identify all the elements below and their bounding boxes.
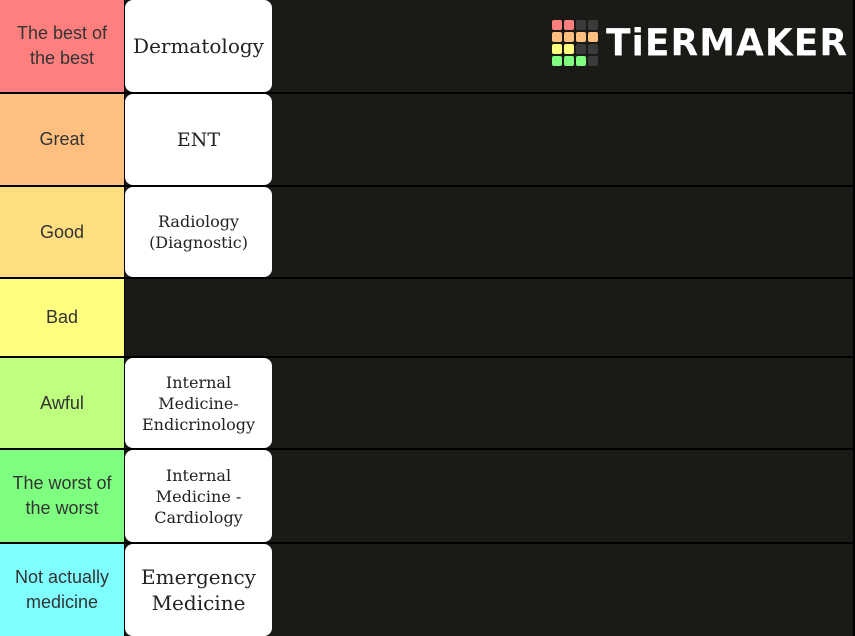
logo-grid-square (588, 44, 598, 54)
logo-grid-square (576, 56, 586, 66)
tier-row: Not actually medicine Emergency Medicine (0, 544, 853, 636)
tier-label[interactable]: Great (0, 94, 124, 185)
tier-items-area[interactable]: Radiology (Diagnostic) (125, 187, 853, 277)
tier-row: Good Radiology (Diagnostic) (0, 187, 853, 277)
tier-item-card[interactable]: Radiology (Diagnostic) (125, 187, 272, 277)
logo-grid-square (564, 44, 574, 54)
tier-row: The worst of the worst Internal Medicine… (0, 450, 853, 542)
logo-grid-square (552, 56, 562, 66)
tier-label[interactable]: The best of the best (0, 0, 124, 92)
logo-grid-square (588, 32, 598, 42)
tier-label[interactable]: Awful (0, 358, 124, 448)
tier-row: Awful Internal Medicine-Endicrinology (0, 358, 853, 448)
tier-item-card[interactable]: Emergency Medicine (125, 544, 272, 636)
tier-label[interactable]: The worst of the worst (0, 450, 124, 542)
tier-items-area[interactable]: Emergency Medicine (125, 544, 853, 636)
logo-grid-square (552, 44, 562, 54)
tier-item-card[interactable]: Internal Medicine-Endicrinology (125, 358, 272, 448)
tiermaker-wordmark: TiERMAKER (606, 21, 849, 65)
tier-row: Great ENT (0, 94, 853, 185)
tier-row: Bad (0, 279, 853, 356)
tier-item-card[interactable]: Internal Medicine - Cardiology (125, 450, 272, 542)
logo-grid-square (576, 32, 586, 42)
tier-items-area[interactable]: ENT (125, 94, 853, 185)
tier-item-card[interactable]: Dermatology (125, 0, 272, 92)
logo-grid-square (552, 20, 562, 30)
tier-label[interactable]: Good (0, 187, 124, 277)
logo-grid-square (564, 20, 574, 30)
logo-grid-square (564, 32, 574, 42)
tier-list-board: The best of the best Dermatology Great E… (0, 0, 853, 636)
logo-grid-square (576, 44, 586, 54)
tier-items-area[interactable]: Internal Medicine-Endicrinology (125, 358, 853, 448)
logo-grid-square (552, 32, 562, 42)
logo-grid-square (564, 56, 574, 66)
tier-label[interactable]: Bad (0, 279, 124, 356)
tiermaker-logo[interactable]: TiERMAKER (552, 20, 848, 66)
logo-grid-square (588, 56, 598, 66)
tier-label[interactable]: Not actually medicine (0, 544, 124, 636)
tier-items-area[interactable] (125, 279, 853, 356)
tier-item-card[interactable]: ENT (125, 94, 272, 185)
logo-grid-square (576, 20, 586, 30)
tier-items-area[interactable]: Internal Medicine - Cardiology (125, 450, 853, 542)
tiermaker-grid-icon (552, 20, 598, 66)
logo-grid-square (588, 20, 598, 30)
